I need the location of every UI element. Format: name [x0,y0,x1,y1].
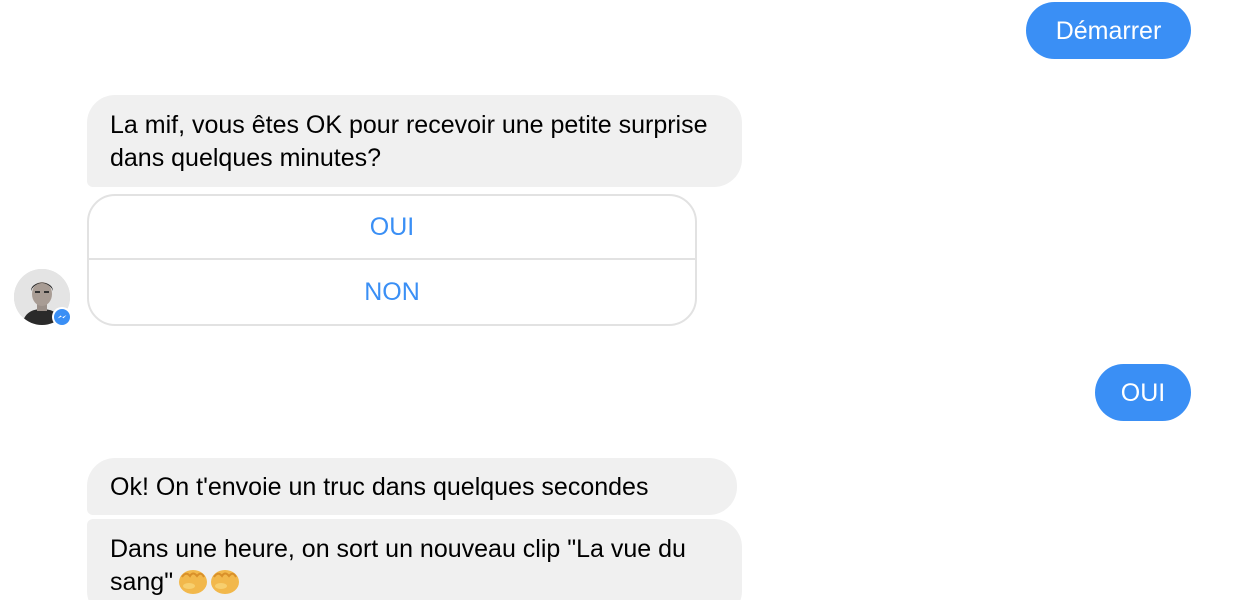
user-reply-bubble: OUI [1095,364,1191,421]
bot-prompt-bubble: La mif, vous êtes OK pour recevoir une p… [87,95,742,187]
start-message-bubble[interactable]: Démarrer [1026,2,1191,59]
oncoming-fist-icon [177,566,209,600]
chat-thread: Démarrer La mif, vous êtes OK pour recev… [0,0,1246,600]
bot-prompt-text: La mif, vous êtes OK pour recevoir une p… [110,111,708,172]
bot-announce-bubble: Dans une heure, on sort un nouveau clip … [87,519,742,600]
quick-reply-non-button[interactable]: NON [89,260,695,324]
user-reply-text: OUI [1120,379,1166,407]
quick-reply-non-label: NON [364,277,420,306]
start-message-text: Démarrer [1055,17,1162,45]
bot-ack-bubble: Ok! On t'envoie un truc dans quelques se… [87,458,737,515]
quick-reply-oui-button[interactable]: OUI [89,196,695,260]
bot-ack-text: Ok! On t'envoie un truc dans quelques se… [110,473,649,501]
messenger-icon [52,307,72,327]
quick-reply-oui-label: OUI [369,212,415,241]
oncoming-fist-icon [209,566,241,600]
quick-replies: OUI NON [87,194,697,326]
messenger-badge-icon [54,309,70,325]
